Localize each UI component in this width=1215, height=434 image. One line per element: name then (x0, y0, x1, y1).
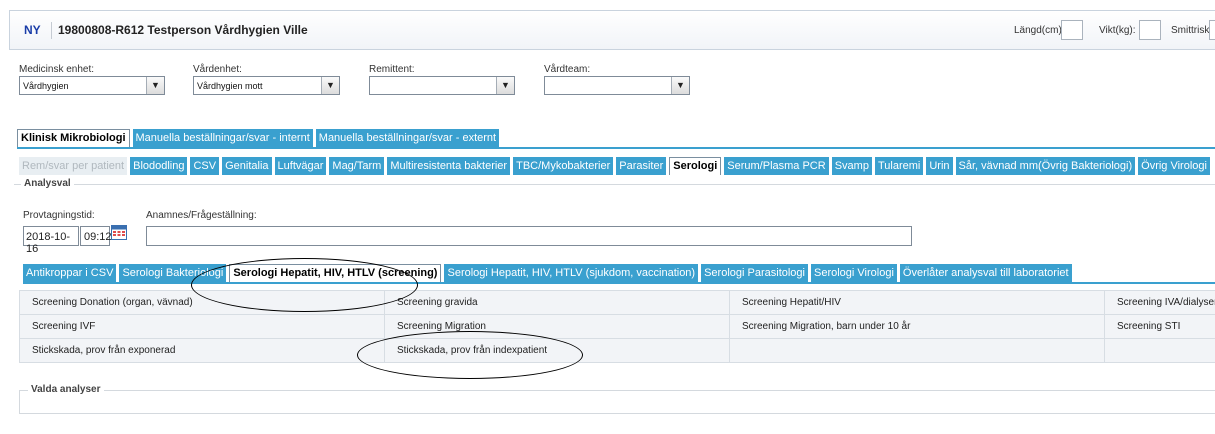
selected-analyses-legend: Valda analyser (28, 384, 104, 395)
tab-parasiter[interactable]: Parasiter (616, 157, 667, 175)
patient-header: NY 19800808-R612 Testperson Vårdhygien V… (9, 10, 1215, 50)
main-tabs: Klinisk Mikrobiologi Manuella beställnin… (17, 129, 500, 147)
divider (14, 184, 1215, 185)
patient-name: 19800808-R612 Testperson Vårdhygien Vill… (58, 23, 308, 37)
anamnesis-input[interactable] (146, 226, 912, 246)
analysis-cell[interactable]: Screening Hepatit/HIV (729, 290, 1105, 315)
tab-overlater-analysval[interactable]: Överlåter analysval till laboratoriet (899, 264, 1072, 282)
analysis-cell[interactable]: Screening Migration (384, 314, 730, 339)
analysis-cell (1104, 338, 1215, 363)
tab-ovrig-virologi[interactable]: Övrig Virologi (1138, 157, 1210, 175)
anamnesis-label: Anamnes/Frågeställning: (146, 210, 257, 221)
analysis-cell[interactable]: Screening IVA/dialyser (1104, 290, 1215, 315)
tab-serologi-parasitologi[interactable]: Serologi Parasitologi (701, 264, 808, 282)
analysis-cell[interactable]: Screening STI (1104, 314, 1215, 339)
calendar-icon[interactable] (111, 224, 127, 240)
analysis-cell[interactable]: Stickskada, prov från exponerad (19, 338, 385, 363)
tab-blododling[interactable]: Blododling (130, 157, 188, 175)
tab-multiresistenta[interactable]: Multiresistenta bakterier (387, 157, 511, 175)
sampling-time-label: Provtagningstid: (23, 210, 95, 221)
care-unit-select[interactable]: Vårdhygien mott ▼ (193, 76, 340, 95)
analysis-cell[interactable]: Screening Donation (organ, vävnad) (19, 290, 385, 315)
chevron-down-icon: ▼ (321, 77, 339, 94)
infection-risk-label: Smittrisk: (1171, 25, 1213, 36)
tab-luftvagar[interactable]: Luftvägar (274, 157, 327, 175)
tab-manuella-externt[interactable]: Manuella beställningar/svar - externt (315, 129, 500, 147)
status-badge: NY (24, 23, 41, 37)
tab-serologi[interactable]: Serologi (669, 157, 722, 175)
sampling-date-value: 2018-10-16 (26, 231, 71, 255)
medical-unit-value: Vårdhygien (23, 81, 69, 91)
care-unit-label: Vårdenhet: (193, 64, 242, 75)
tab-tularemi[interactable]: Tularemi (874, 157, 924, 175)
tab-serologi-bakteriologi[interactable]: Serologi Bakteriologi (119, 264, 227, 282)
divider (17, 147, 1215, 149)
tab-antikroppar-csv[interactable]: Antikroppar i CSV (23, 264, 117, 282)
tab-sar-vavnad[interactable]: Sår, vävnad mm(Övrig Bakteriologi) (955, 157, 1136, 175)
weight-label: Vikt(kg): (1099, 25, 1136, 36)
analysis-cell[interactable]: Screening IVF (19, 314, 385, 339)
serology-tabs: Antikroppar i CSV Serologi Bakteriologi … (23, 264, 1072, 282)
table-row: Screening IVF Screening Migration Screen… (19, 314, 1215, 339)
medical-unit-select[interactable]: Vårdhygien ▼ (19, 76, 165, 95)
chevron-down-icon: ▼ (146, 77, 164, 94)
sampling-time-value: 09:12 (84, 231, 112, 243)
tab-klinisk-mikrobiologi[interactable]: Klinisk Mikrobiologi (17, 129, 130, 147)
referrer-select[interactable]: ▼ (369, 76, 515, 95)
chevron-down-icon: ▼ (671, 77, 689, 94)
analysis-cell[interactable]: Screening Migration, barn under 10 år (729, 314, 1105, 339)
weight-input[interactable] (1139, 20, 1161, 40)
analysis-cell[interactable]: Screening gravida (384, 290, 730, 315)
divider (23, 282, 1215, 284)
analysval-legend: Analysval (21, 178, 74, 189)
sub-tabs: Rem/svar per patient Blododling CSV Geni… (19, 157, 1210, 175)
tab-tbc[interactable]: TBC/Mykobakterier (513, 157, 614, 175)
analysis-grid: Screening Donation (organ, vävnad) Scree… (19, 290, 1215, 363)
divider (51, 22, 52, 39)
selected-analyses-box (19, 390, 1215, 414)
tab-manuella-internt[interactable]: Manuella beställningar/svar - internt (132, 129, 313, 147)
tab-urin[interactable]: Urin (926, 157, 953, 175)
tab-serologi-hepatit-screening[interactable]: Serologi Hepatit, HIV, HTLV (screening) (229, 264, 442, 282)
analysis-cell[interactable]: Stickskada, prov från indexpatient (384, 338, 730, 363)
care-team-label: Vårdteam: (544, 64, 591, 75)
tab-mag-tarm[interactable]: Mag/Tarm (329, 157, 385, 175)
table-row: Screening Donation (organ, vävnad) Scree… (19, 290, 1215, 315)
length-label: Längd(cm): (1014, 25, 1065, 36)
care-unit-value: Vårdhygien mott (197, 81, 263, 91)
care-team-select[interactable]: ▼ (544, 76, 690, 95)
tab-serum-plasma-pcr[interactable]: Serum/Plasma PCR (724, 157, 829, 175)
tab-serologi-hepatit-sjukdom[interactable]: Serologi Hepatit, HIV, HTLV (sjukdom, va… (444, 264, 699, 282)
analysis-cell (729, 338, 1105, 363)
sampling-time-input[interactable]: 09:12 (80, 226, 112, 246)
medical-unit-label: Medicinsk enhet: (19, 64, 95, 75)
tab-genitalia[interactable]: Genitalia (222, 157, 272, 175)
table-row: Stickskada, prov från exponerad Stickska… (19, 338, 1215, 363)
length-input[interactable] (1061, 20, 1083, 40)
referrer-label: Remittent: (369, 64, 415, 75)
tab-serologi-virologi[interactable]: Serologi Virologi (810, 264, 897, 282)
sampling-date-input[interactable]: 2018-10-16 (23, 226, 79, 255)
infection-risk-input[interactable] (1209, 20, 1215, 40)
tab-rem-svar-per-patient[interactable]: Rem/svar per patient (19, 157, 128, 175)
tab-svamp[interactable]: Svamp (831, 157, 872, 175)
chevron-down-icon: ▼ (496, 77, 514, 94)
tab-csv[interactable]: CSV (190, 157, 220, 175)
